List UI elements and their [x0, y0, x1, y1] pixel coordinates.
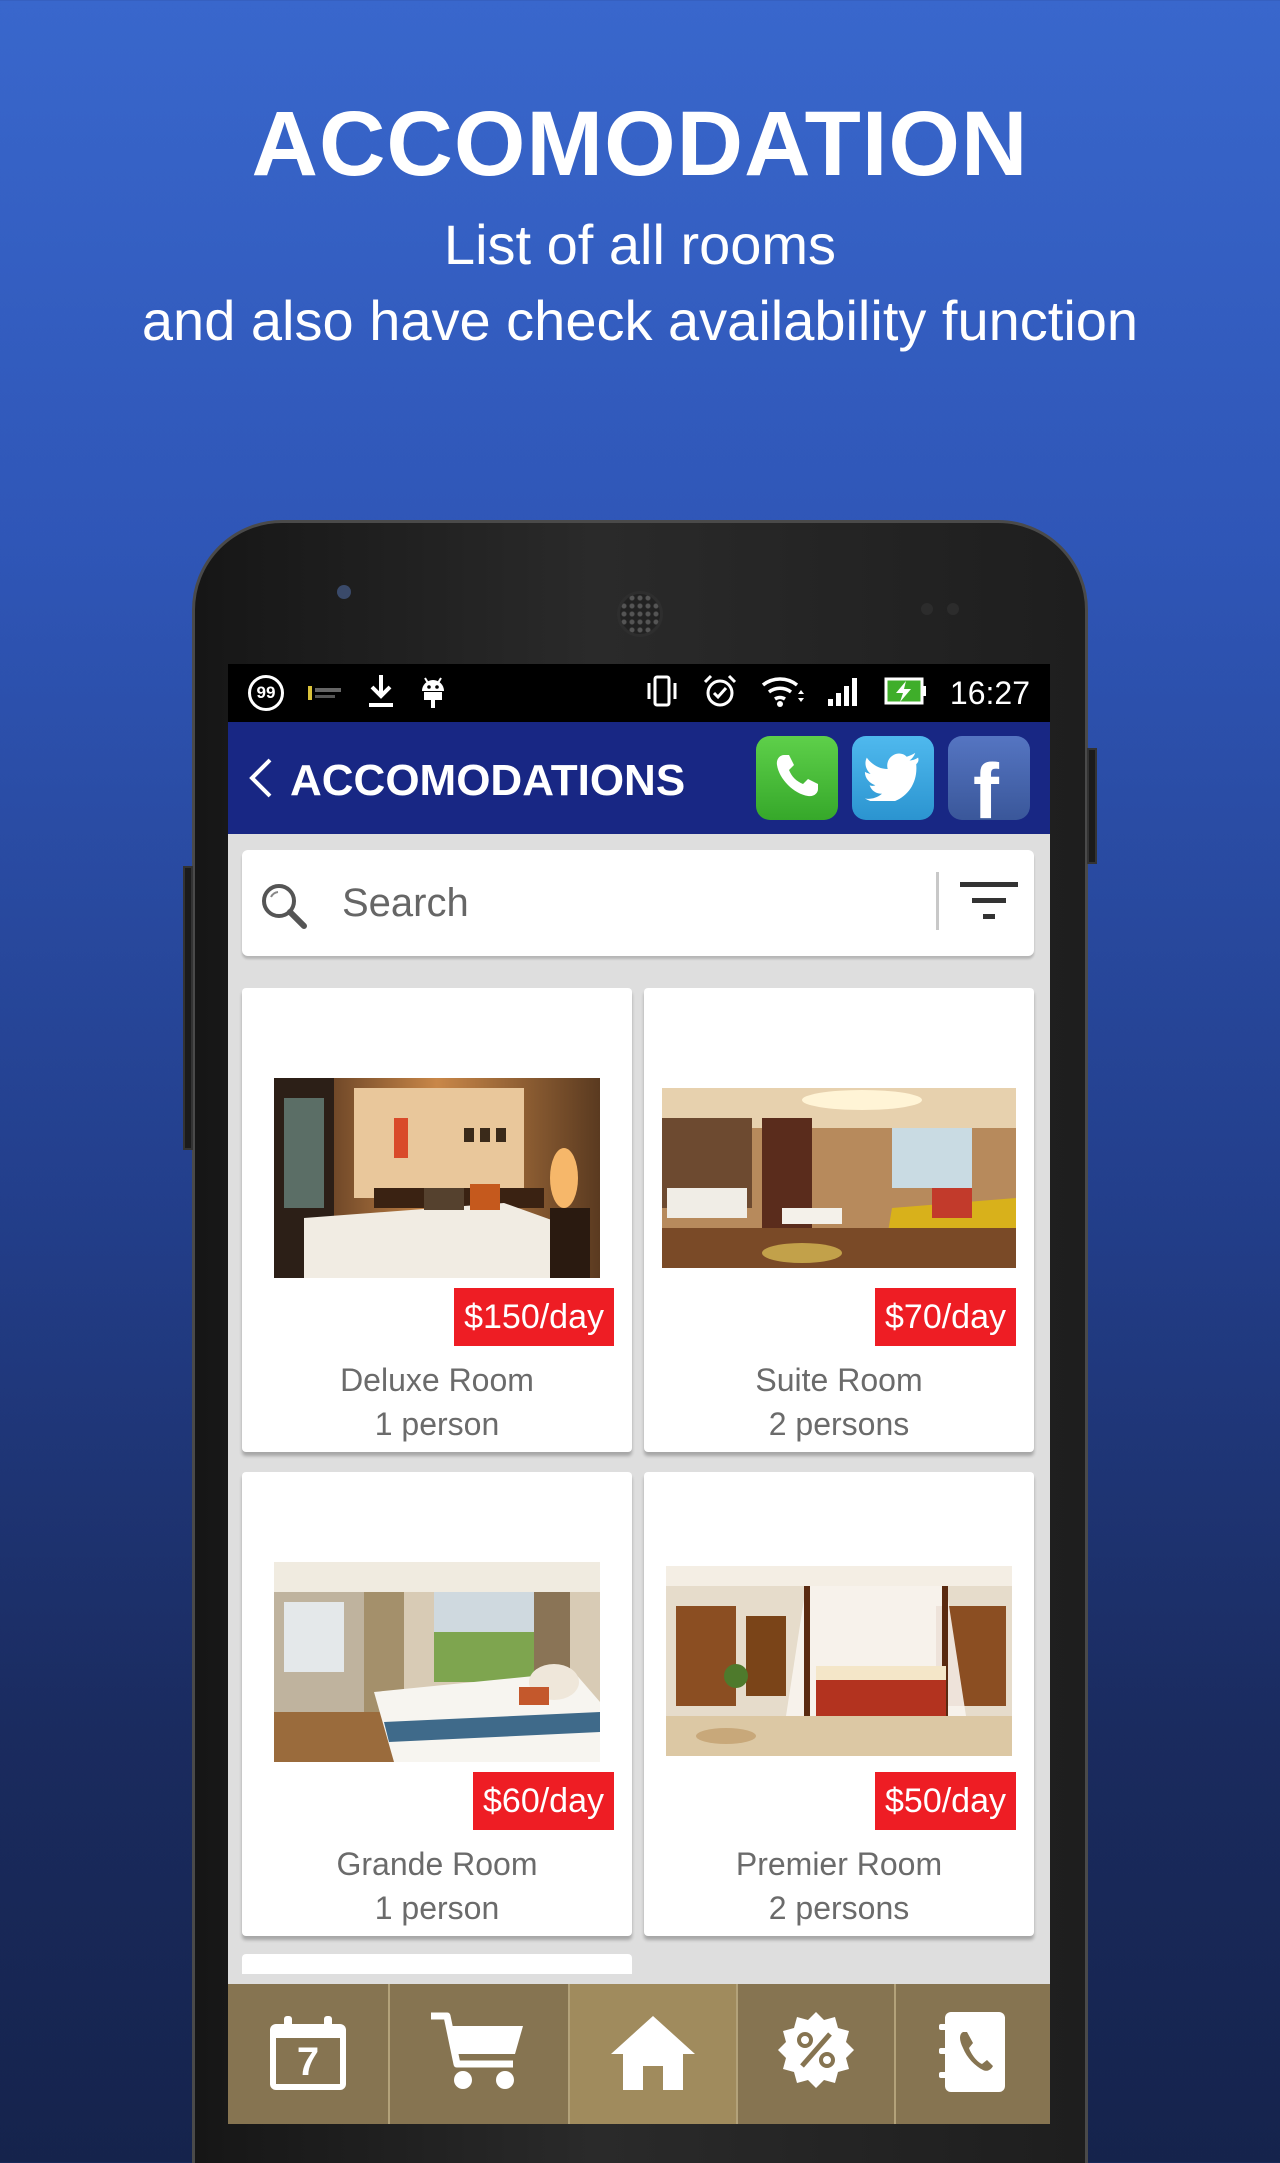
front-camera: [337, 585, 351, 599]
room-photo: [666, 1566, 1012, 1756]
price-tag: $70/day: [875, 1288, 1016, 1346]
room-capacity: 2 persons: [768, 1890, 910, 1926]
signal-icon: [826, 675, 862, 712]
room-photo: [274, 1078, 600, 1278]
room-card[interactable]: $60/day Grande Room 1 person: [242, 1472, 632, 1936]
phone-screen: 99 16:27 ACCOMODATIONS f Search $150/day…: [228, 664, 1050, 2124]
notification-badge-icon: 99: [248, 675, 284, 711]
room-capacity: 1 person: [374, 1406, 500, 1442]
calendar-icon: 7: [266, 2014, 350, 2094]
room-card[interactable]: $50/day Premier Room 2 persons: [644, 1472, 1034, 1936]
price-tag: $50/day: [875, 1772, 1016, 1830]
nav-cart[interactable]: [390, 1984, 570, 2124]
call-button[interactable]: [756, 736, 838, 820]
back-icon[interactable]: [242, 756, 282, 800]
vibrate-icon: [644, 674, 680, 713]
alarm-icon: [702, 673, 738, 714]
room-name: Suite Room: [755, 1362, 923, 1398]
promo-subtitle-line1: List of all rooms: [443, 213, 837, 276]
room-name: Deluxe Room: [340, 1362, 534, 1398]
power-button: [1087, 748, 1097, 864]
phone-icon: [770, 749, 824, 808]
light-sensor: [947, 603, 959, 615]
download-icon: [366, 673, 396, 714]
facebook-button[interactable]: f: [948, 736, 1030, 820]
filter-icon[interactable]: [958, 878, 1020, 928]
nav-calendar[interactable]: 7: [228, 1984, 390, 2124]
wifi-icon: [760, 674, 804, 713]
notification-badge-count: 99: [256, 683, 276, 702]
facebook-icon: f: [973, 746, 999, 821]
twitter-button[interactable]: [852, 736, 934, 820]
android-debug-icon: [418, 673, 448, 714]
earpiece-speaker: [617, 591, 663, 637]
calendar-day: 7: [296, 2040, 320, 2084]
status-time: 16:27: [949, 674, 1030, 711]
bottom-nav: 7: [228, 1984, 1050, 2124]
room-name: Premier Room: [735, 1846, 943, 1882]
room-capacity: 1 person: [374, 1890, 500, 1926]
room-photo: [662, 1088, 1016, 1268]
search-input[interactable]: [342, 872, 902, 934]
nav-home[interactable]: [570, 1984, 738, 2124]
contact-book-icon: [937, 2010, 1009, 2099]
promo-title: ACCOMODATION: [251, 93, 1029, 195]
promo-subtitle-line2: and also have check availability functio…: [141, 289, 1139, 352]
room-name: Grande Room: [336, 1846, 538, 1882]
price-tag: $60/day: [473, 1772, 614, 1830]
room-capacity: 2 persons: [768, 1406, 910, 1442]
app-notification-icon: [306, 682, 344, 704]
price-tag: $150/day: [454, 1288, 614, 1346]
discount-icon: [774, 2010, 858, 2099]
app-bar-title: ACCOMODATIONS: [290, 756, 686, 805]
status-bar: 99 16:27: [228, 664, 1050, 722]
battery-charging-icon: [884, 676, 928, 711]
proximity-sensor: [921, 603, 933, 615]
cart-icon: [429, 2010, 529, 2099]
room-card[interactable]: $150/day Deluxe Room 1 person: [242, 988, 632, 1452]
nav-contact[interactable]: [896, 1984, 1050, 2124]
home-icon: [607, 2012, 699, 2097]
room-photo: [274, 1562, 600, 1762]
twitter-icon: [863, 751, 923, 806]
search-divider: [936, 872, 939, 930]
volume-button: [183, 866, 193, 1150]
search-bar: [242, 850, 1034, 956]
app-bar: ACCOMODATIONS f: [228, 722, 1050, 834]
nav-discount[interactable]: [738, 1984, 896, 2124]
search-icon: [258, 880, 310, 932]
room-card-partial: [242, 1954, 632, 1974]
room-card[interactable]: $70/day Suite Room 2 persons: [644, 988, 1034, 1452]
